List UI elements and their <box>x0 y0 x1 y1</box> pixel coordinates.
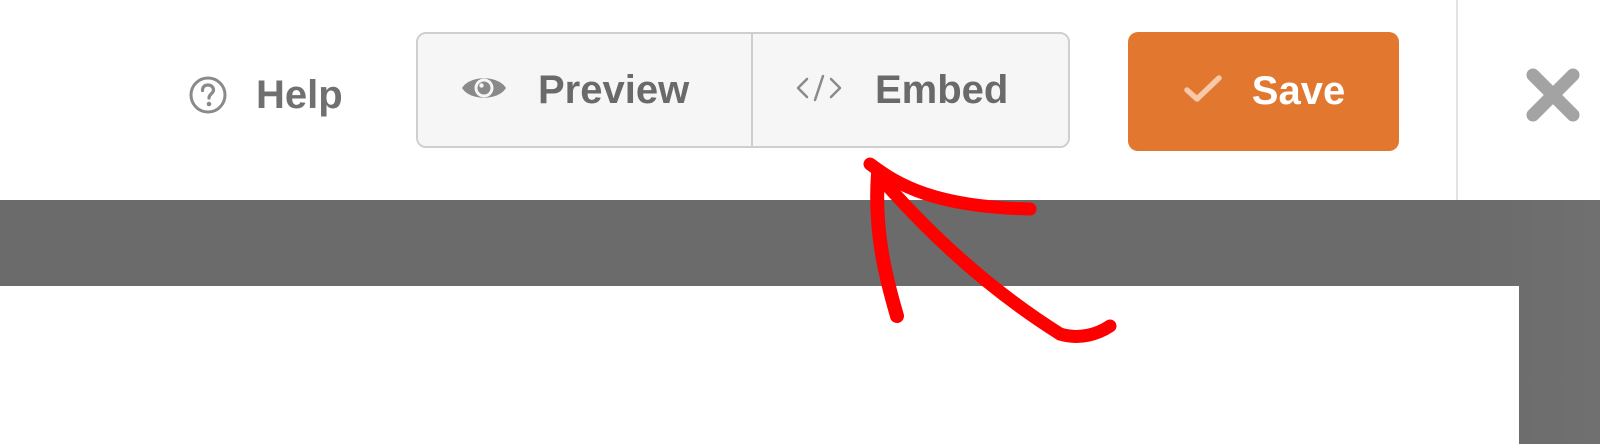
preview-label: Preview <box>538 67 690 112</box>
code-icon <box>795 72 843 109</box>
help-label: Help <box>256 72 343 117</box>
top-toolbar: Help Preview Embed Save <box>0 0 1458 200</box>
preview-button[interactable]: Preview <box>418 34 753 146</box>
preview-embed-button-group: Preview Embed <box>416 32 1070 148</box>
form-panel <box>0 286 1519 444</box>
question-circle-icon <box>188 75 228 115</box>
embed-button[interactable]: Embed <box>753 34 1068 146</box>
builder-screen: Help Preview Embed Save <box>0 0 1600 444</box>
check-icon <box>1182 73 1224 110</box>
close-icon <box>1524 68 1582 128</box>
embed-label: Embed <box>875 67 1009 112</box>
close-button[interactable] <box>1524 66 1582 124</box>
toolbar-divider <box>1456 0 1458 200</box>
save-label: Save <box>1251 69 1346 113</box>
eye-icon <box>460 72 508 109</box>
help-link[interactable]: Help <box>188 72 343 118</box>
save-button[interactable]: Save <box>1128 32 1399 151</box>
